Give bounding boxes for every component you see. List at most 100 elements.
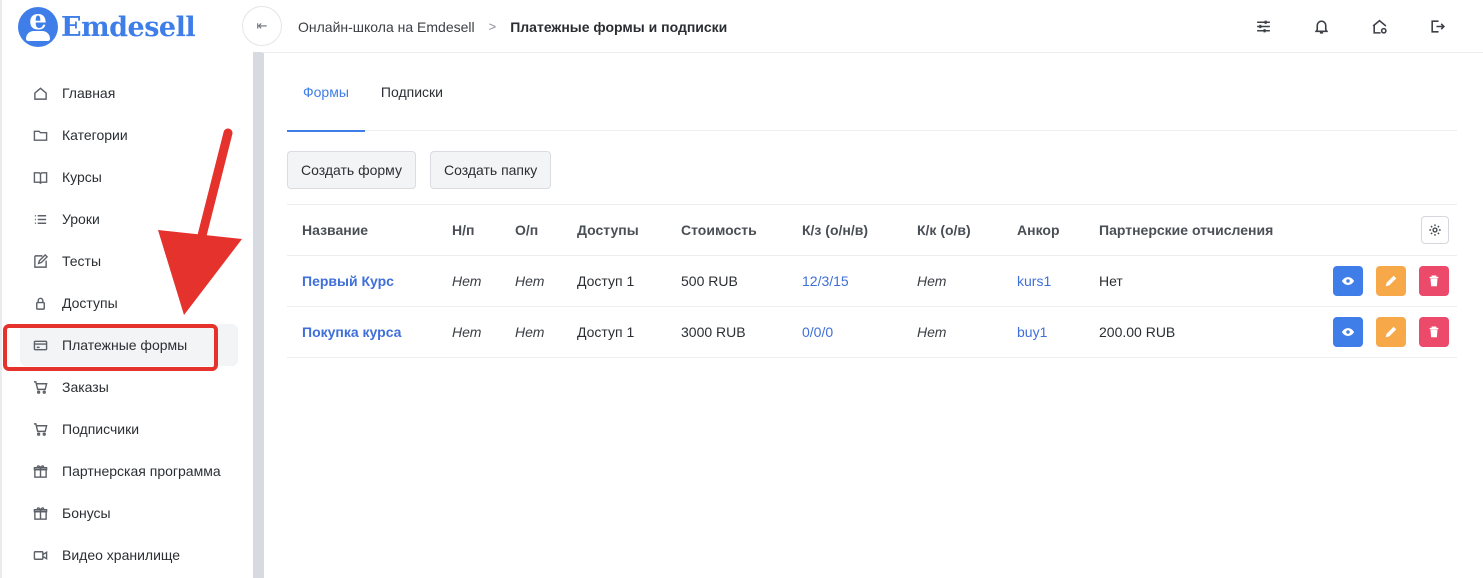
eye-icon xyxy=(1341,328,1355,336)
column-header: К/к (о/в) xyxy=(902,204,1002,256)
sidebar-item-bonuses[interactable]: Бонусы xyxy=(20,492,238,534)
tab-subscriptions[interactable]: Подписки xyxy=(365,53,459,131)
sidebar-scrollbar[interactable] xyxy=(253,52,264,578)
pencil-icon xyxy=(1385,326,1397,338)
sidebar-item-courses[interactable]: Курсы xyxy=(20,156,238,198)
cell-anchor-link[interactable]: kurs1 xyxy=(1002,255,1084,307)
sidebar-item-label: Доступы xyxy=(62,295,118,311)
sidebar-item-video-storage[interactable]: Видео хранилище xyxy=(20,534,238,576)
cell-kz-link[interactable]: 12/3/15 xyxy=(787,255,902,307)
folder-icon xyxy=(30,125,50,145)
view-button[interactable] xyxy=(1333,317,1363,347)
cell-np: Нет xyxy=(437,306,500,358)
sidebar: e Emdesell Главная Категории Курсы Уроки… xyxy=(0,0,264,578)
table-settings-cell xyxy=(1294,204,1457,256)
sidebar-item-label: Категории xyxy=(62,127,128,143)
cell-kk: Нет xyxy=(902,306,1002,358)
chevron-right-icon: > xyxy=(488,19,497,34)
bell-icon[interactable] xyxy=(1311,16,1331,36)
tab-forms[interactable]: Формы xyxy=(287,53,365,132)
home-icon xyxy=(30,83,50,103)
gift-icon xyxy=(30,503,50,523)
form-name-link[interactable]: Покупка курса xyxy=(287,306,437,358)
credit-card-icon xyxy=(30,335,50,355)
delete-button[interactable] xyxy=(1419,317,1449,347)
book-icon xyxy=(30,167,50,187)
cell-op: Нет xyxy=(500,306,562,358)
top-actions xyxy=(1253,16,1447,36)
sidebar-item-label: Главная xyxy=(62,85,116,101)
eye-icon xyxy=(1341,277,1355,285)
cell-kz-link[interactable]: 0/0/0 xyxy=(787,306,902,358)
trash-icon xyxy=(1429,326,1439,338)
sidebar-item-label: Заказы xyxy=(62,379,109,395)
column-header: Название xyxy=(287,204,437,256)
column-header: Стоимость xyxy=(666,204,787,256)
sidebar-item-label: Партнерская программа xyxy=(62,463,221,479)
sidebar-item-lessons[interactable]: Уроки xyxy=(20,198,238,240)
view-button[interactable] xyxy=(1333,266,1363,296)
tabs: Формы Подписки xyxy=(287,53,1457,132)
collapse-sidebar-button[interactable]: ⇤ xyxy=(242,6,282,46)
cart-icon xyxy=(30,419,50,439)
cart-icon xyxy=(30,377,50,397)
lock-icon xyxy=(30,293,50,313)
sidebar-item-partner-program[interactable]: Партнерская программа xyxy=(20,450,238,492)
cell-kk: Нет xyxy=(902,255,1002,307)
cell-np: Нет xyxy=(437,255,500,307)
main-content: Формы Подписки Создать форму Создать пап… xyxy=(287,53,1457,358)
edit-icon xyxy=(30,251,50,271)
cell-op: Нет xyxy=(500,255,562,307)
gift-icon xyxy=(30,461,50,481)
cell-price: 3000 RUB xyxy=(666,306,787,358)
sidebar-item-tests[interactable]: Тесты xyxy=(20,240,238,282)
form-name-link[interactable]: Первый Курс xyxy=(287,255,437,307)
logo-icon: e xyxy=(18,7,58,47)
column-header: К/з (о/н/в) xyxy=(787,204,902,256)
action-buttons: Создать форму Создать папку xyxy=(287,151,1457,189)
trash-icon xyxy=(1429,275,1439,287)
column-header: О/п xyxy=(500,204,562,256)
sidebar-item-label: Курсы xyxy=(62,169,102,185)
edit-button[interactable] xyxy=(1376,317,1406,347)
sidebar-item-home[interactable]: Главная xyxy=(20,72,238,114)
table-row: Первый Курс Нет Нет Доступ 1 500 RUB 12/… xyxy=(287,255,1457,307)
collapse-sidebar-icon: ⇤ xyxy=(256,18,268,33)
row-actions xyxy=(1294,255,1457,307)
logo[interactable]: e Emdesell xyxy=(18,6,196,48)
cell-partner: 200.00 RUB xyxy=(1084,306,1294,358)
cell-access: Доступ 1 xyxy=(562,306,666,358)
list-icon xyxy=(30,209,50,229)
edit-button[interactable] xyxy=(1376,266,1406,296)
table-settings-button[interactable] xyxy=(1421,216,1449,244)
breadcrumb: Онлайн-школа на Emdesell > Платежные фор… xyxy=(298,0,727,53)
sidebar-item-label: Уроки xyxy=(62,211,100,227)
breadcrumb-current: Платежные формы и подписки xyxy=(510,18,728,35)
sidebar-item-label: Тесты xyxy=(62,253,102,269)
column-header: Н/п xyxy=(437,204,500,256)
cell-partner: Нет xyxy=(1084,255,1294,307)
sidebar-item-orders[interactable]: Заказы xyxy=(20,366,238,408)
sidebar-item-label: Бонусы xyxy=(62,505,111,521)
breadcrumb-school[interactable]: Онлайн-школа на Emdesell xyxy=(298,19,475,35)
cell-access: Доступ 1 xyxy=(562,255,666,307)
sidebar-item-subscribers[interactable]: Подписчики xyxy=(20,408,238,450)
logout-icon[interactable] xyxy=(1427,16,1447,36)
sidebar-item-label: Платежные формы xyxy=(62,337,188,353)
sidebar-item-label: Подписчики xyxy=(62,421,140,437)
pencil-icon xyxy=(1385,275,1397,287)
delete-button[interactable] xyxy=(1419,266,1449,296)
sidebar-item-payment-forms[interactable]: Платежные формы xyxy=(20,324,238,366)
sliders-icon[interactable] xyxy=(1253,16,1273,36)
home-settings-icon[interactable] xyxy=(1369,16,1389,36)
row-actions xyxy=(1294,306,1457,358)
cell-anchor-link[interactable]: buy1 xyxy=(1002,306,1084,358)
create-form-button[interactable]: Создать форму xyxy=(287,151,416,189)
table-header-row: Название Н/п О/п Доступы Стоимость К/з (… xyxy=(287,204,1457,256)
video-icon xyxy=(30,545,50,565)
gear-icon xyxy=(1429,224,1441,236)
sidebar-item-categories[interactable]: Категории xyxy=(20,114,238,156)
create-folder-button[interactable]: Создать папку xyxy=(429,151,552,189)
sidebar-item-access[interactable]: Доступы xyxy=(20,282,238,324)
brand-name: Emdesell xyxy=(61,11,196,43)
